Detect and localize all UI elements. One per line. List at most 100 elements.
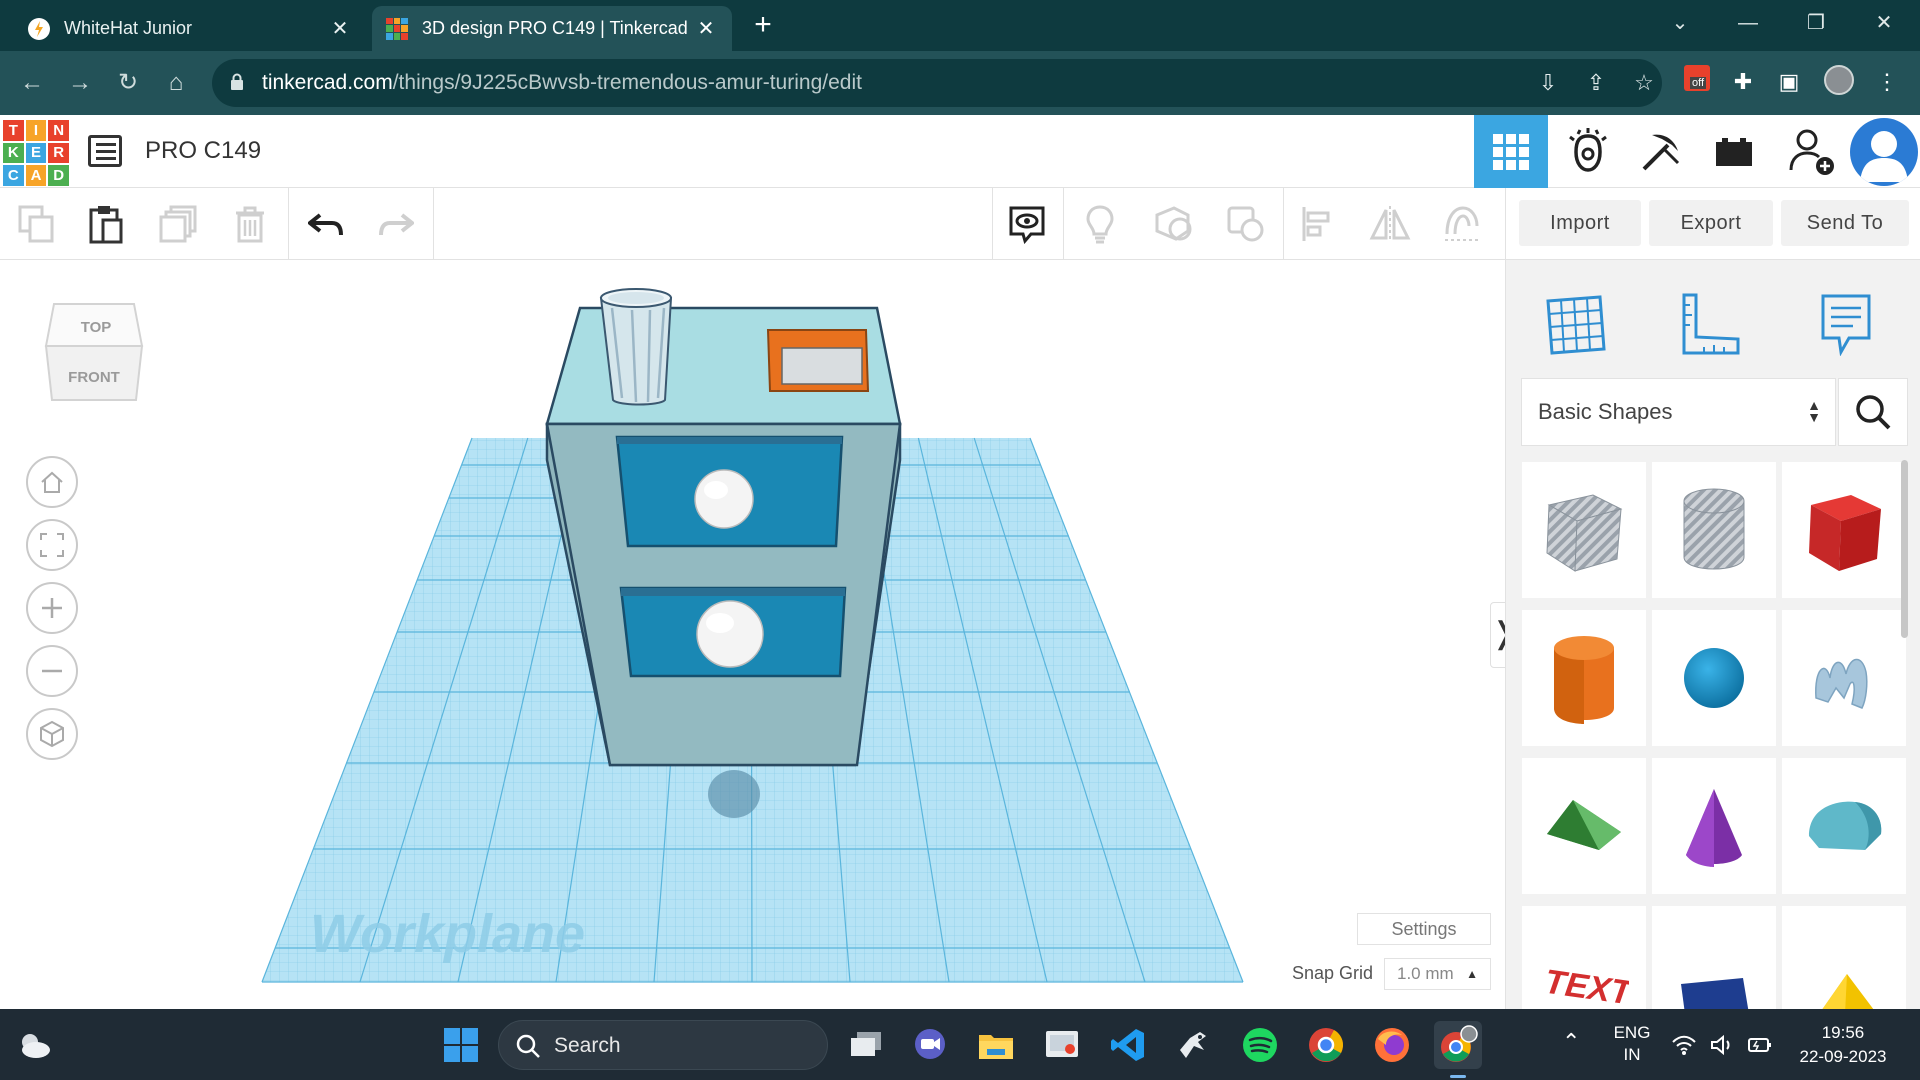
lightbulb-icon[interactable] (1078, 202, 1122, 246)
weather-icon[interactable] (10, 1021, 58, 1069)
perspective-button[interactable] (26, 708, 78, 760)
tab-tinkercad[interactable]: 3D design PRO C149 | Tinkercad ✕ (372, 6, 732, 51)
shape-library-select[interactable]: Basic Shapes ▲ ▼ (1521, 378, 1836, 446)
designs-list-icon[interactable] (88, 135, 122, 167)
export-button[interactable]: Export (1649, 200, 1773, 246)
undo-icon[interactable] (304, 202, 348, 246)
workplane-tool-button[interactable] (1536, 284, 1616, 364)
profile-avatar-icon[interactable] (1822, 65, 1856, 99)
back-icon[interactable]: ← (14, 65, 50, 101)
view-cube[interactable]: TOP FRONT (42, 290, 150, 410)
redo-icon[interactable] (374, 202, 418, 246)
invite-user-button[interactable] (1775, 115, 1849, 188)
url-field[interactable]: tinkercad.com/things/9J225cBwvsb-tremend… (212, 59, 1662, 107)
align-icon[interactable] (1296, 202, 1340, 246)
mirror-icon[interactable] (1368, 202, 1412, 246)
import-button[interactable]: Import (1519, 200, 1641, 246)
shape-search-button[interactable] (1838, 378, 1908, 446)
cylinder-hole-icon (1683, 488, 1745, 570)
browser-menu-icon[interactable]: ⋮ (1870, 65, 1904, 99)
shape-sphere[interactable] (1652, 610, 1776, 746)
new-tab-button[interactable]: + (746, 8, 780, 42)
tray-overflow-icon[interactable]: ⌃ (1562, 1029, 1580, 1055)
close-icon[interactable]: ✕ (694, 16, 718, 41)
vscode-icon[interactable] (1104, 1021, 1152, 1069)
zoom-in-button[interactable] (26, 582, 78, 634)
cruise-icon[interactable] (1440, 202, 1484, 246)
address-bar-row: ← → ↻ ⌂ tinkercad.com/things/9J225cBwvsb… (0, 51, 1920, 115)
shape-box-hole[interactable] (1522, 462, 1646, 598)
install-icon[interactable]: ⇩ (1534, 69, 1562, 97)
collapse-panel-button[interactable]: ❭ (1490, 602, 1505, 668)
close-icon[interactable]: ✕ (328, 16, 352, 41)
send-to-button[interactable]: Send To (1781, 200, 1909, 246)
file-explorer-icon[interactable] (972, 1021, 1020, 1069)
design-title[interactable]: PRO C149 (145, 137, 261, 165)
blocks-button[interactable] (1624, 115, 1698, 188)
tab-search-icon[interactable]: ⌄ (1660, 6, 1700, 40)
ungroup-icon[interactable] (1224, 202, 1268, 246)
tab-whitehat[interactable]: WhiteHat Junior ✕ (14, 6, 366, 51)
spotify-icon[interactable] (1236, 1021, 1284, 1069)
3d-design-view-button[interactable] (1474, 115, 1548, 188)
ruler-tool-button[interactable] (1671, 284, 1751, 364)
teams-meet-icon[interactable] (906, 1021, 954, 1069)
volume-icon[interactable] (1708, 1021, 1736, 1069)
restore-icon[interactable]: ❐ (1796, 6, 1836, 40)
home-icon[interactable]: ⌂ (158, 65, 194, 101)
forward-icon[interactable]: → (62, 65, 98, 101)
reload-icon[interactable]: ↻ (110, 65, 146, 101)
firefox-icon[interactable] (1368, 1021, 1416, 1069)
start-button[interactable] (437, 1021, 485, 1069)
shape-round-roof[interactable] (1782, 758, 1906, 894)
extensions-puzzle-icon[interactable]: ✚ (1726, 65, 1760, 99)
paste-icon[interactable] (84, 202, 128, 246)
shape-scribble[interactable] (1782, 610, 1906, 746)
cabinet-model[interactable] (545, 288, 902, 767)
settings-button[interactable]: Settings (1357, 913, 1491, 945)
orange-box-model[interactable] (766, 329, 870, 392)
wifi-icon[interactable] (1670, 1021, 1698, 1069)
shape-cylinder-hole[interactable] (1652, 462, 1776, 598)
share-icon[interactable]: ⇪ (1582, 69, 1610, 97)
chrome-icon[interactable] (1302, 1021, 1350, 1069)
delete-icon[interactable] (228, 202, 272, 246)
clock[interactable]: 19:56 22-09-2023 (1788, 1021, 1898, 1069)
shape-roof[interactable] (1522, 758, 1646, 894)
bird-app-icon[interactable] (1170, 1021, 1218, 1069)
window-close-icon[interactable]: ✕ (1864, 6, 1904, 40)
extension-icon[interactable]: off (1680, 65, 1714, 99)
pickaxe-icon (1642, 134, 1680, 170)
fit-view-button[interactable] (26, 519, 78, 571)
chrome-profile-icon[interactable] (1434, 1021, 1482, 1078)
battery-icon[interactable] (1746, 1021, 1774, 1069)
3d-viewport[interactable]: Workplane TOP FRONT Settings Snap Grid 1… (0, 260, 1505, 1009)
shape-text[interactable]: TEXT (1522, 906, 1646, 1009)
zoom-out-button[interactable] (26, 645, 78, 697)
shape-cone[interactable] (1652, 758, 1776, 894)
bookmark-star-icon[interactable]: ☆ (1630, 69, 1658, 97)
home-view-button[interactable] (26, 456, 78, 508)
shape-wedge[interactable] (1652, 906, 1776, 1009)
shape-box[interactable] (1782, 462, 1906, 598)
shape-cylinder[interactable] (1522, 610, 1646, 746)
group-icon[interactable] (1152, 202, 1196, 246)
copy-icon[interactable] (14, 202, 58, 246)
minimize-icon[interactable]: — (1728, 6, 1768, 40)
circuits-button[interactable] (1551, 115, 1625, 188)
lessons-button[interactable] (1697, 115, 1771, 188)
notes-tool-button[interactable] (1806, 284, 1886, 364)
notes-icon[interactable] (1005, 202, 1049, 246)
snap-grid-select[interactable]: 1.0 mm ▲ (1384, 958, 1491, 990)
shape-pyramid[interactable] (1782, 906, 1906, 1009)
side-panel-icon[interactable]: ▣ (1772, 65, 1806, 99)
taskbar-search[interactable]: Search (498, 1020, 828, 1070)
panel-scrollbar[interactable] (1901, 460, 1908, 638)
glass-model[interactable] (599, 288, 673, 406)
tinkercad-logo[interactable]: T I N K E R C A D (3, 120, 69, 186)
snipping-tool-icon[interactable] (1038, 1021, 1086, 1069)
duplicate-icon[interactable] (156, 202, 200, 246)
task-view-icon[interactable] (842, 1021, 890, 1069)
language-indicator[interactable]: ENG IN (1610, 1022, 1654, 1066)
user-avatar[interactable] (1850, 118, 1918, 186)
